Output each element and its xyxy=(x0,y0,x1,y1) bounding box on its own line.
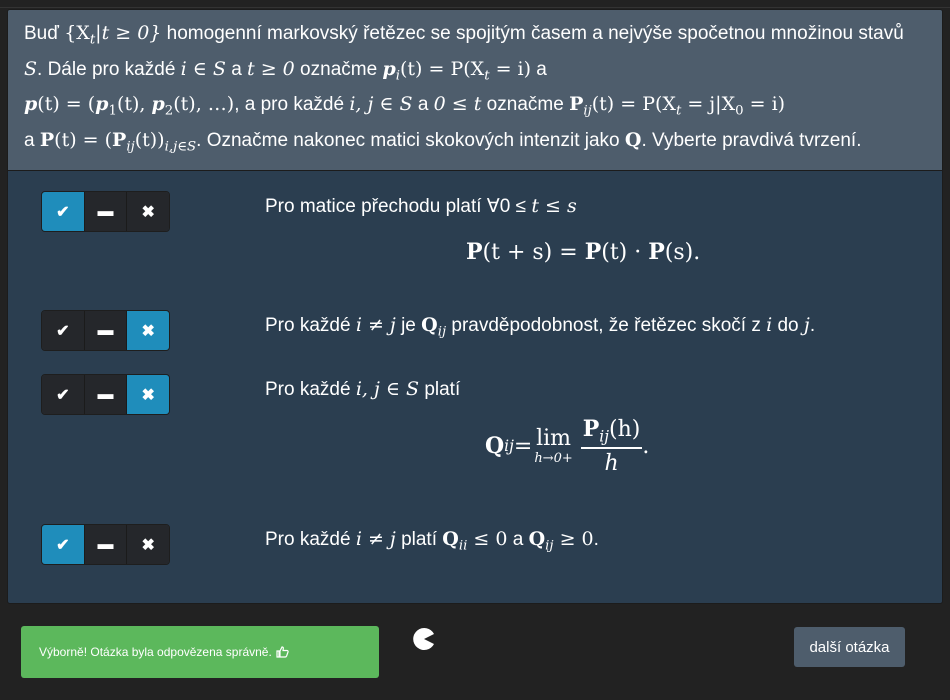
top-strip xyxy=(0,0,950,8)
option-statement: Pro matice přechodu platí ∀0 ≤ t ≤ s xyxy=(265,195,577,217)
false-button[interactable]: ✖ xyxy=(127,375,169,414)
quiz-panel: Buď {Xt|t ≥ 0} homogenní markovský řetěz… xyxy=(7,9,943,604)
option-formula: Qij = lim h→0+ Pij(h) h . xyxy=(485,416,650,477)
cross-icon: ✖ xyxy=(141,322,155,340)
dash-icon: ▬ xyxy=(97,321,114,339)
option-formula: P(t + s) = P(t) · P(s). xyxy=(466,239,701,265)
dash-icon: ▬ xyxy=(97,535,114,553)
false-button[interactable]: ✖ xyxy=(127,311,169,350)
skip-button[interactable]: ▬ xyxy=(84,375,128,414)
answer-toggle-group: ✔ ▬ ✖ xyxy=(41,310,170,351)
true-button[interactable]: ✔ xyxy=(42,311,85,350)
answer-toggle-group: ✔ ▬ ✖ xyxy=(41,374,170,415)
cross-icon: ✖ xyxy=(141,203,155,221)
next-question-button[interactable]: další otázka xyxy=(794,627,905,667)
answer-toggle-group: ✔ ▬ ✖ xyxy=(41,524,170,565)
dash-icon: ▬ xyxy=(97,385,114,403)
check-icon: ✔ xyxy=(56,322,70,340)
skip-button[interactable]: ▬ xyxy=(84,525,128,564)
answer-toggle-group: ✔ ▬ ✖ xyxy=(41,191,170,232)
pacman-icon xyxy=(413,628,434,650)
cross-icon: ✖ xyxy=(141,386,155,404)
true-button[interactable]: ✔ xyxy=(42,375,85,414)
cross-icon: ✖ xyxy=(141,536,155,554)
check-icon: ✔ xyxy=(56,203,70,221)
dash-icon: ▬ xyxy=(97,202,114,220)
option-statement: Pro každé i, j ∈ S platí xyxy=(265,378,461,400)
success-alert: Výborně! Otázka byla odpovězena správně. xyxy=(21,626,379,678)
false-button[interactable]: ✖ xyxy=(127,525,169,564)
check-icon: ✔ xyxy=(56,536,70,554)
question-text: Buď {Xt|t ≥ 0} homogenní markovský řetěz… xyxy=(8,10,942,171)
option-statement: Pro každé i ≠ j je Qij pravděpodobnost, … xyxy=(265,314,816,340)
true-button[interactable]: ✔ xyxy=(42,525,85,564)
skip-button[interactable]: ▬ xyxy=(84,311,128,350)
false-button[interactable]: ✖ xyxy=(127,192,169,231)
thumbs-up-icon xyxy=(276,646,289,658)
skip-button[interactable]: ▬ xyxy=(84,192,128,231)
feedback-text: Výborně! Otázka byla odpovězena správně. xyxy=(39,645,272,659)
option-statement: Pro každé i ≠ j platí Qii ≤ 0 a Qij ≥ 0. xyxy=(265,528,599,554)
true-button[interactable]: ✔ xyxy=(42,192,85,231)
check-icon: ✔ xyxy=(56,386,70,404)
